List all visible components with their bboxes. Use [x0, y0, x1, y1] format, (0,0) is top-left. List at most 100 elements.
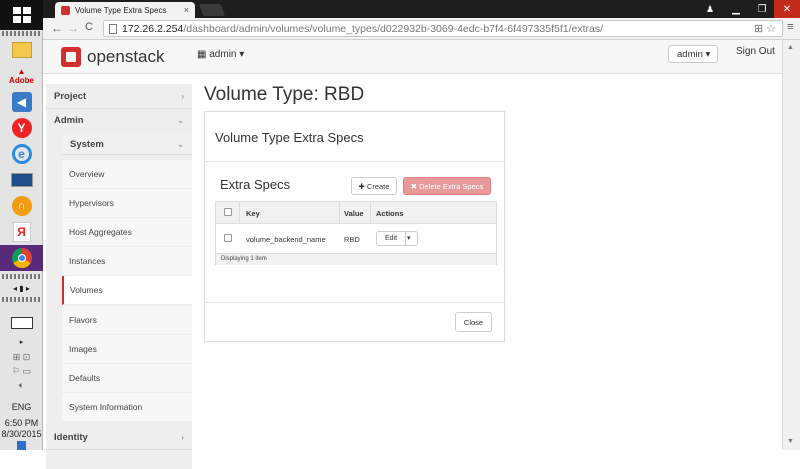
column-header-actions: Actions	[376, 209, 404, 218]
tray-expand-icon[interactable]: ▸	[0, 338, 43, 346]
close-window-icon[interactable]: ✕	[774, 0, 800, 18]
table-row: volume_backend_name RBD Edit ▾	[216, 224, 496, 254]
internet-explorer-icon[interactable]: e	[7, 141, 36, 167]
taskbar-scroll-control[interactable]: ◂ ▮ ▸	[0, 284, 43, 293]
row-value: RBD	[344, 235, 360, 244]
sidebar-panel-label: Identity	[54, 432, 88, 443]
openstack-logo[interactable]: openstack	[61, 47, 165, 67]
clock-date[interactable]: 8/30/2015	[0, 429, 43, 439]
sidebar-group-system[interactable]: System ⌄	[62, 134, 192, 155]
start-button[interactable]	[0, 0, 43, 30]
reload-icon[interactable]: C	[85, 21, 93, 33]
openstack-favicon-icon	[61, 5, 70, 15]
close-button[interactable]: Close	[455, 312, 492, 332]
modal-title: Volume Type Extra Specs	[215, 130, 364, 145]
address-bar[interactable]: 172.26.2.254/dashboard/admin/volumes/vol…	[103, 20, 783, 37]
speaker-icon[interactable]: ◀	[7, 89, 36, 115]
project-dropdown[interactable]: ▦ admin ▾	[197, 49, 244, 60]
page-title: Volume Type: RBD	[204, 84, 365, 105]
modal-footer-divider	[205, 302, 506, 303]
sign-out-link[interactable]: Sign Out	[736, 46, 775, 57]
project-label: admin ▾	[209, 49, 245, 60]
taskbar-grip-3	[2, 297, 41, 302]
yandex-icon[interactable]: Я	[7, 219, 36, 245]
row-checkbox[interactable]	[224, 234, 232, 242]
sidebar-group-label: System	[70, 138, 104, 150]
vertical-scrollbar[interactable]: ▲ ▼	[782, 40, 800, 450]
chevron-right-icon: ›	[181, 433, 184, 442]
taskbar-grip	[2, 31, 41, 36]
url-path: /dashboard/admin/volumes/volume_types/d0…	[183, 22, 604, 35]
tab-close-icon[interactable]: ×	[184, 5, 189, 15]
table-footer-count: Displaying 1 item	[221, 256, 267, 262]
sidebar-item-defaults[interactable]: Defaults	[62, 364, 192, 393]
chevron-down-icon: ⌄	[177, 139, 184, 149]
brand-name: openstack	[87, 47, 165, 66]
column-header-value: Value	[344, 209, 364, 218]
back-arrow-icon[interactable]: ←	[51, 21, 63, 35]
file-explorer-icon[interactable]	[7, 37, 36, 63]
sidebar-item-overview[interactable]: Overview	[62, 160, 192, 189]
actions-dropdown-caret-icon[interactable]: ▾	[407, 234, 411, 242]
chevron-right-icon: ›	[181, 91, 184, 101]
sidebar-item-images[interactable]: Images	[62, 335, 192, 364]
yandex-browser-icon[interactable]: Y	[7, 115, 36, 141]
row-key: volume_backend_name	[246, 235, 326, 244]
column-header-key: Key	[246, 209, 260, 218]
keyboard-icon[interactable]	[7, 310, 36, 336]
headphones-icon[interactable]: ∩	[7, 193, 36, 219]
modal-header: Volume Type Extra Specs	[205, 112, 506, 162]
show-desktop-button[interactable]	[17, 441, 26, 450]
user-profile-icon[interactable]: ♟	[697, 0, 723, 18]
adobe-icon[interactable]: ▲ Adobe	[7, 63, 36, 89]
sidebar-item-hypervisors[interactable]: Hypervisors	[62, 189, 192, 218]
sidebar-item-flavors[interactable]: Flavors	[62, 306, 192, 335]
tray-flag-icon[interactable]: ⚐ ▭	[0, 366, 43, 377]
new-tab-button[interactable]	[198, 4, 226, 16]
sidebar-panel-project[interactable]: Project ›	[46, 84, 192, 109]
browser-window: Volume Type Extra Specs × ♟ ▁ ❐ ✕ ← → C …	[43, 0, 800, 469]
project-grid-icon: ▦	[197, 49, 210, 60]
media-app-icon[interactable]	[7, 167, 36, 193]
scroll-up-icon[interactable]: ▲	[787, 44, 794, 51]
chevron-down-icon: ⌄	[177, 115, 184, 125]
select-all-checkbox[interactable]	[224, 208, 232, 216]
scroll-down-icon[interactable]: ▼	[787, 438, 794, 445]
menu-icon[interactable]: ≡	[787, 21, 793, 33]
browser-titlebar: Volume Type Extra Specs × ♟ ▁ ❐ ✕	[43, 0, 800, 18]
create-button[interactable]: ✚ Create	[351, 177, 397, 195]
sidebar-item-host-aggregates[interactable]: Host Aggregates	[62, 218, 192, 247]
tray-volume-icon[interactable]: 🔈︎	[0, 380, 43, 391]
page-content: openstack ▦ admin ▾ admin ▾ Sign Out Pro…	[43, 40, 800, 469]
language-indicator[interactable]: ENG	[0, 402, 43, 412]
tray-network-icon[interactable]: ⊞ ⊡	[0, 352, 43, 363]
sidebar-panel-identity[interactable]: Identity ›	[46, 426, 192, 450]
site-header: openstack ▦ admin ▾ admin ▾ Sign Out	[43, 40, 800, 74]
delete-extra-specs-button[interactable]: ✖ Delete Extra Specs	[403, 177, 491, 195]
table-footer: Displaying 1 item	[216, 254, 496, 265]
section-title: Extra Specs	[220, 177, 291, 192]
edit-button[interactable]: Edit	[377, 232, 406, 245]
taskbar-grip-2	[2, 274, 41, 279]
page-icon	[109, 24, 117, 34]
windows-taskbar: ▲ Adobe ◀ Y e ∩ Я ◂ ▮ ▸ ▸ ⊞ ⊡ ⚐ ▭ 🔈︎ ENG …	[0, 0, 43, 450]
windows-logo-icon	[12, 7, 31, 23]
sidebar-panel-admin[interactable]: Admin ⌄	[46, 109, 192, 131]
minimize-icon[interactable]: ▁	[723, 0, 749, 18]
sidebar: Project › Admin ⌄ System ⌄ Overview Hype…	[43, 74, 192, 469]
clock-time[interactable]: 6:50 PM	[0, 418, 43, 428]
user-menu-dropdown[interactable]: admin ▾	[668, 45, 718, 63]
chrome-icon[interactable]	[0, 245, 43, 271]
browser-tab[interactable]: Volume Type Extra Specs ×	[55, 2, 195, 18]
sidebar-item-volumes[interactable]: Volumes	[62, 276, 192, 305]
sidebar-item-system-information[interactable]: System Information	[62, 393, 192, 422]
browser-toolbar: ← → C 172.26.2.254/dashboard/admin/volum…	[43, 18, 800, 40]
maximize-icon[interactable]: ❐	[749, 0, 775, 18]
sidebar-item-instances[interactable]: Instances	[62, 247, 192, 276]
bookmark-star-icon[interactable]: ⊞ ☆	[754, 22, 776, 35]
url-host: 172.26.2.254	[122, 22, 184, 35]
forward-arrow-icon[interactable]: →	[67, 21, 79, 35]
extra-specs-table: Key Value Actions volume_backend_name RB…	[215, 201, 497, 265]
openstack-logo-icon	[61, 47, 81, 67]
extra-specs-modal: Volume Type Extra Specs Extra Specs ✚ Cr…	[204, 111, 506, 342]
